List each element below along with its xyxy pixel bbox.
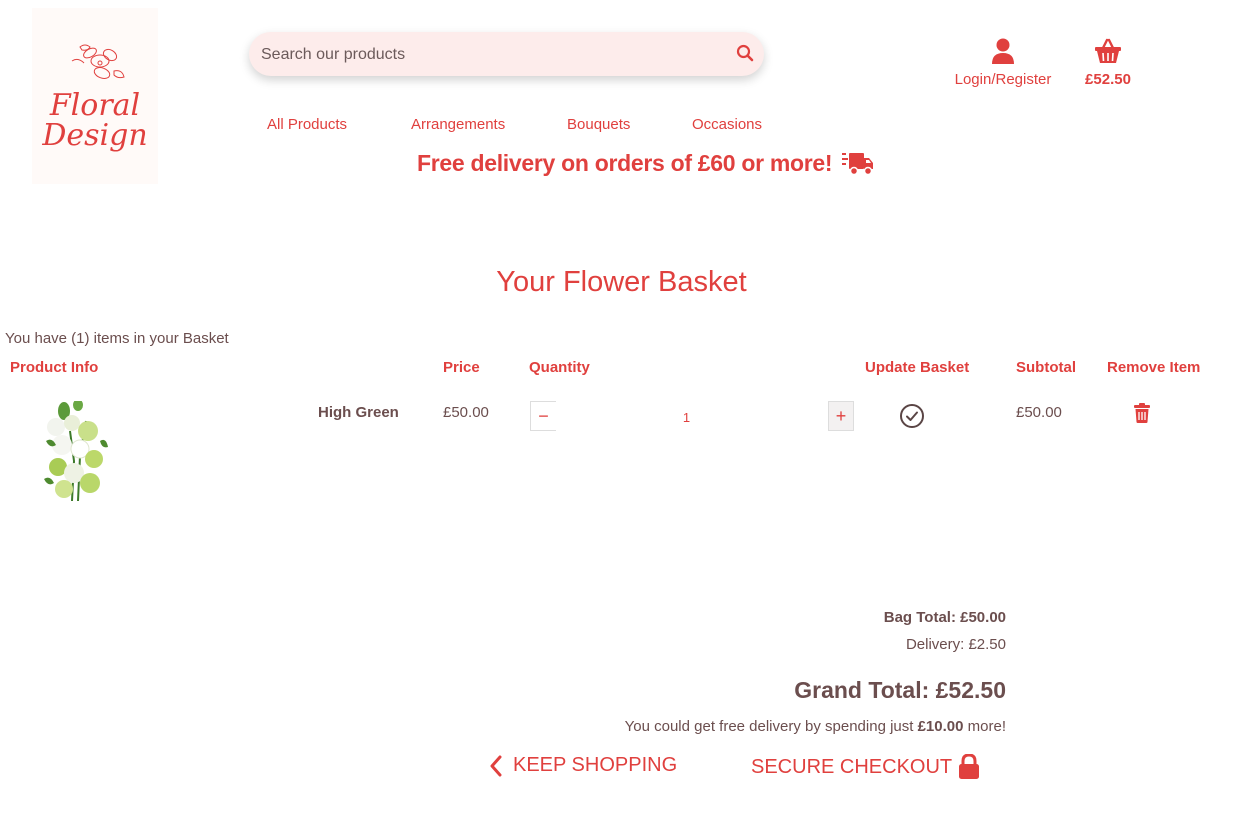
update-basket-button[interactable] bbox=[899, 403, 925, 434]
header-update-basket: Update Basket bbox=[865, 359, 970, 376]
keep-shopping-label: KEEP SHOPPING bbox=[513, 754, 678, 776]
quantity-increment-button[interactable]: + bbox=[828, 401, 854, 431]
remove-item-button[interactable] bbox=[1133, 403, 1151, 428]
basket-item-count: You have (1) items in your Basket bbox=[5, 330, 229, 347]
nav-occasions[interactable]: Occasions bbox=[692, 116, 762, 133]
secure-checkout-label: SECURE CHECKOUT bbox=[751, 755, 953, 778]
header-quantity: Quantity bbox=[529, 359, 590, 376]
delivery-truck-icon bbox=[842, 152, 874, 181]
delivery-cost: Delivery: £2.50 bbox=[905, 636, 1006, 653]
login-register-label: Login/Register bbox=[954, 71, 1052, 88]
logo-text-line1: Floral bbox=[49, 88, 141, 123]
minus-icon: − bbox=[538, 405, 549, 426]
free-delivery-message: You could get free delivery by spending … bbox=[625, 718, 1006, 735]
basket-icon bbox=[1095, 38, 1121, 63]
product-name: High Green bbox=[318, 404, 399, 421]
plus-icon: + bbox=[835, 405, 847, 426]
product-image[interactable] bbox=[42, 399, 110, 502]
quantity-decrement-button[interactable]: − bbox=[530, 401, 556, 431]
grand-total: Grand Total: £52.50 bbox=[794, 677, 1006, 703]
nav-all-products[interactable]: All Products bbox=[267, 116, 347, 133]
free-delivery-message-prefix: You could get free delivery by spending … bbox=[624, 718, 918, 735]
header-price: Price bbox=[443, 359, 480, 376]
nav-bouquets[interactable]: Bouquets bbox=[567, 116, 630, 133]
chevron-left-icon bbox=[490, 755, 502, 776]
keep-shopping-button[interactable]: KEEP SHOPPING bbox=[489, 754, 677, 777]
basket-total-label: £52.50 bbox=[1085, 71, 1131, 88]
free-delivery-message-suffix: more! bbox=[963, 718, 1006, 735]
basket-link[interactable]: £52.50 bbox=[1080, 38, 1136, 88]
header-product-info: Product Info bbox=[10, 359, 99, 376]
nav-arrangements[interactable]: Arrangements bbox=[411, 116, 505, 133]
search-bar bbox=[249, 32, 764, 78]
search-icon[interactable] bbox=[736, 44, 756, 64]
row-subtotal: £50.00 bbox=[1016, 404, 1062, 421]
login-register-link[interactable]: Login/Register bbox=[948, 38, 1058, 88]
header-subtotal: Subtotal bbox=[1016, 359, 1076, 376]
site-logo[interactable]: Floral Design bbox=[32, 8, 158, 184]
free-delivery-banner: Free delivery on orders of £60 or more! bbox=[417, 150, 833, 176]
header-remove-item: Remove Item bbox=[1107, 359, 1201, 376]
secure-checkout-button[interactable]: SECURE CHECKOUT bbox=[751, 754, 980, 780]
bag-total: Bag Total: £50.00 bbox=[883, 609, 1006, 626]
quantity-input[interactable] bbox=[556, 401, 832, 433]
user-icon bbox=[992, 38, 1014, 64]
page-title: Your Flower Basket bbox=[496, 266, 747, 298]
trash-icon bbox=[1134, 403, 1150, 423]
flower-illustration-icon bbox=[71, 44, 125, 79]
search-input[interactable] bbox=[259, 32, 723, 78]
check-circle-icon bbox=[900, 404, 924, 428]
product-price: £50.00 bbox=[443, 404, 489, 421]
lock-icon bbox=[959, 754, 980, 779]
logo-text-line2: Design bbox=[42, 118, 148, 153]
free-delivery-amount: £10.00 bbox=[917, 718, 964, 735]
